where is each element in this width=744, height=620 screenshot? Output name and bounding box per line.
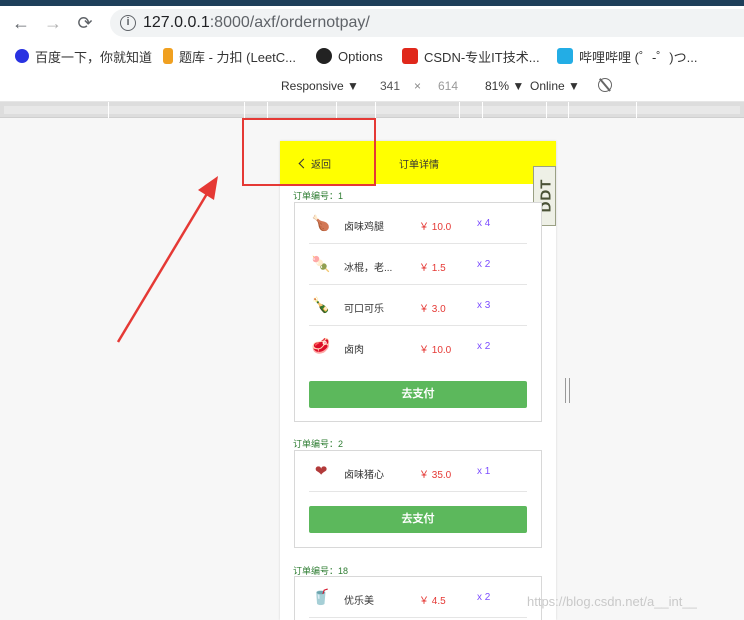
device-toolbar: Responsive ▼ 341 × 614 81% ▼ Online ▼ (0, 70, 744, 102)
bilibili-icon (557, 48, 573, 64)
site-info-icon[interactable]: i (120, 15, 136, 31)
zoom-select[interactable]: 81% ▼ (485, 79, 524, 93)
github-icon (316, 48, 332, 64)
ruler-tick (459, 102, 460, 118)
list-item: ❤ 卤味猪心 ￥ 35.0 x 1 (309, 451, 527, 492)
item-price: ￥ 3.0 (419, 304, 446, 315)
page-title: 订单详情 (399, 160, 439, 171)
list-item: 🥩 卤肉 ￥ 10.0 x 2 (309, 326, 527, 367)
ruler-tick (568, 102, 569, 118)
meat-icon: 🥩 (311, 338, 331, 355)
viewport-height-input[interactable]: 614 (438, 79, 458, 93)
bookmarks-bar: 百度一下，你就知道 题库 - 力扣 (LeetC... Options CSDN… (0, 40, 744, 70)
watermark: https://blog.csdn.net/a__int__ (527, 594, 697, 609)
device-select[interactable]: Responsive ▼ (281, 79, 359, 93)
item-price: ￥ 35.0 (419, 470, 452, 481)
order-card: ❤ 卤味猪心 ￥ 35.0 x 1 去支付 (294, 450, 542, 548)
item-price: ￥ 1.5 (419, 263, 446, 274)
item-quantity: x 4 (477, 218, 491, 229)
bottle-icon: 🍾 (311, 297, 331, 314)
address-bar-row: ← → ⟳ i 127.0.0.1:8000/axf/ordernotpay/ (0, 6, 744, 40)
baidu-icon (15, 49, 29, 63)
item-quantity: x 2 (477, 259, 491, 270)
bookmark-bilibili[interactable]: 哔哩哔哩 (゜-゜)つ... (557, 47, 697, 65)
ruler-tick (267, 102, 268, 118)
item-name: 卤肉 (344, 345, 364, 356)
bookmark-label: CSDN-专业IT技术... (424, 49, 540, 65)
item-name: 卤味鸡腿 (344, 222, 384, 233)
leetcode-icon (163, 48, 173, 64)
ruler-tick (244, 102, 245, 118)
reload-icon[interactable]: ⟳ (76, 14, 94, 32)
dimension-separator: × (414, 79, 422, 93)
bookmark-label: 哔哩哔哩 (゜-゜)つ... (579, 49, 698, 65)
order-card: 🍗 卤味鸡腿 ￥ 10.0 x 4 🍡 冰棍，老... ￥ 1.5 x 2 🍾 … (294, 202, 542, 422)
list-item: 🍾 可口可乐 ￥ 3.0 x 3 (309, 285, 527, 326)
item-quantity: x 2 (477, 592, 491, 603)
bookmark-csdn[interactable]: CSDN-专业IT技术... (402, 47, 540, 65)
drumstick-icon: 🍗 (311, 215, 331, 232)
ruler-track (4, 106, 740, 114)
list-item: 🥤 优乐美 ￥ 4.5 x 2 (309, 577, 527, 618)
order-card: 🥤 优乐美 ￥ 4.5 x 2 (294, 576, 542, 620)
list-item: 🍗 卤味鸡腿 ￥ 10.0 x 4 (309, 203, 527, 244)
device-viewport: 返回 订单详情 DDT 订单编号：1 🍗 卤味鸡腿 ￥ 10.0 x 4 🍡 冰… (280, 141, 556, 620)
order-number-label: 订单编号：2 (293, 439, 344, 449)
network-throttle-select[interactable]: Online ▼ (530, 79, 580, 93)
item-quantity: x 2 (477, 341, 491, 352)
item-name: 可口可乐 (344, 304, 384, 315)
rotate-icon[interactable] (598, 78, 612, 92)
csdn-icon (402, 48, 418, 64)
back-arrow-icon[interactable]: ← (12, 14, 30, 32)
item-name: 卤味猪心 (344, 470, 384, 481)
bookmark-label: Options (338, 48, 383, 64)
viewport-width-input[interactable]: 341 (380, 79, 400, 93)
order-number-label: 订单编号：1 (293, 191, 344, 201)
bookmark-label: 百度一下，你就知道 (35, 49, 153, 65)
item-price: ￥ 4.5 (419, 596, 446, 607)
pay-button[interactable]: 去支付 (309, 381, 527, 408)
url-bar[interactable]: i 127.0.0.1:8000/axf/ordernotpay/ (110, 9, 744, 37)
viewport-resize-handle[interactable] (565, 378, 570, 403)
item-price: ￥ 10.0 (419, 345, 452, 356)
bookmark-github[interactable]: Options (316, 47, 383, 65)
pay-button[interactable]: 去支付 (309, 506, 527, 533)
ruler-tick (546, 102, 547, 118)
ruler-tick (636, 102, 637, 118)
annotation-highlight-box (242, 118, 376, 186)
annotation-arrow (116, 176, 218, 343)
ruler-tick (482, 102, 483, 118)
item-quantity: x 3 (477, 300, 491, 311)
list-item: 🍡 冰棍，老... ￥ 1.5 x 2 (309, 244, 527, 285)
ruler-tick (336, 102, 337, 118)
ruler-tick (108, 102, 109, 118)
ruler-tick (375, 102, 376, 118)
milk-tea-icon: 🥤 (311, 589, 331, 606)
item-price: ￥ 10.0 (419, 222, 452, 233)
media-query-ruler[interactable] (0, 102, 744, 118)
url-path: :8000/axf/ordernotpay/ (209, 14, 370, 31)
bookmark-leetcode[interactable]: 题库 - 力扣 (LeetC... (163, 47, 296, 65)
item-name: 优乐美 (344, 596, 374, 607)
url-text: 127.0.0.1:8000/axf/ordernotpay/ (143, 14, 370, 32)
forward-arrow-icon[interactable]: → (44, 14, 62, 32)
popsicle-icon: 🍡 (311, 256, 331, 273)
item-name: 冰棍，老... (344, 263, 393, 274)
bookmark-label: 题库 - 力扣 (LeetC... (179, 49, 297, 65)
url-host: 127.0.0.1 (143, 14, 210, 31)
heart-icon: ❤ (314, 463, 328, 480)
item-quantity: x 1 (477, 466, 491, 477)
bookmark-baidu[interactable]: 百度一下，你就知道 (15, 47, 152, 65)
